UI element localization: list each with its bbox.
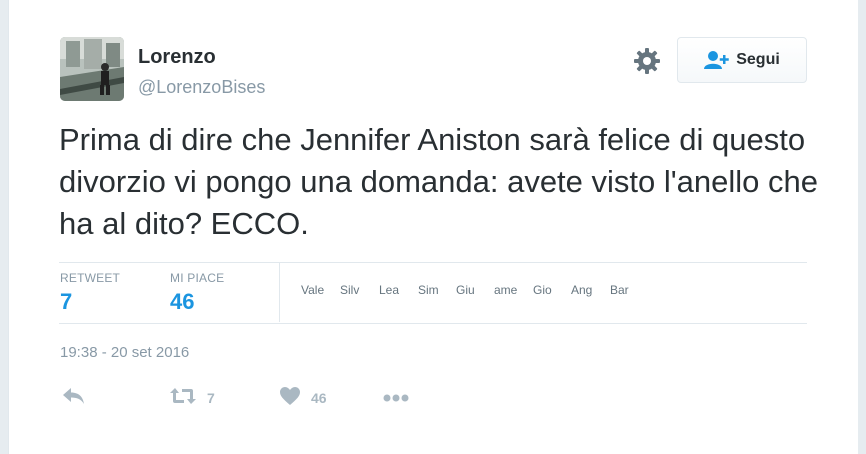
liker-item[interactable]: ame [494,283,526,297]
user-name[interactable]: Lorenzo [138,46,216,69]
divider [59,262,807,263]
follow-button-label: Segui [736,51,780,68]
stats-divider [279,263,280,322]
heart-icon [279,386,301,411]
tweet-text: Prima di dire che Jennifer Aniston sarà … [59,122,819,241]
likes-stat-label: MI PIACE [170,271,225,285]
like-count: 46 [311,390,327,406]
retweet-stat-label: RETWEET [60,271,121,285]
liker-item[interactable]: Gio [533,283,565,297]
liker-item[interactable]: Lea [379,283,411,297]
reply-icon [62,387,86,410]
liker-item[interactable]: Vale [301,283,333,297]
retweet-count: 7 [207,390,215,406]
reply-button[interactable] [62,384,86,412]
likes-stat[interactable]: MI PIACE 46 [170,271,224,315]
likers-list: Vale Silv Lea Sim Giu ame Gio Ang Bar [301,283,661,303]
more-icon [383,389,409,407]
liker-item[interactable]: Silv [340,283,372,297]
retweet-stat[interactable]: RETWEET 7 [60,271,120,315]
retweet-stat-count: 7 [60,289,73,314]
gear-icon[interactable] [633,47,661,75]
liker-item[interactable]: Bar [610,283,642,297]
divider [59,323,807,324]
avatar[interactable] [60,37,124,101]
page-background-edge [858,0,866,454]
follow-button[interactable]: Segui [677,37,807,83]
liker-item[interactable]: Ang [571,283,603,297]
like-button[interactable]: 46 [279,384,327,412]
tweet-timestamp[interactable]: 19:38 - 20 set 2016 [60,344,189,361]
liker-item[interactable]: Giu [456,283,488,297]
liker-item[interactable]: Sim [418,283,450,297]
retweet-button[interactable]: 7 [169,384,215,412]
more-button[interactable] [383,384,409,412]
follow-user-icon [704,50,730,70]
tweet-card: Lorenzo @LorenzoBises Segui Prima di dir… [8,0,860,454]
user-handle[interactable]: @LorenzoBises [138,77,265,98]
likes-stat-count: 46 [170,289,195,314]
retweet-icon [169,387,197,410]
